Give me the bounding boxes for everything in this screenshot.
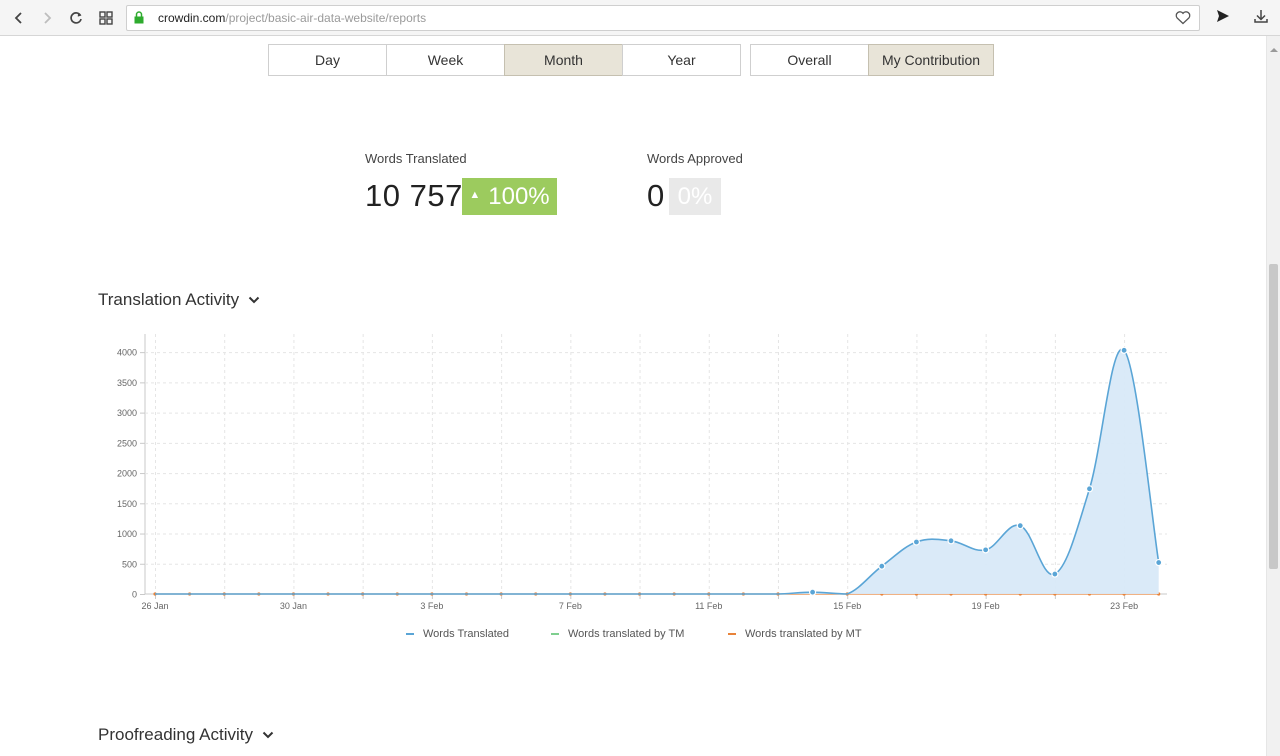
x-tick-label: 23 Feb	[1110, 601, 1138, 611]
legend-swatch-words-translated-by-tm	[551, 633, 559, 635]
tab-month[interactable]: Month	[504, 44, 623, 76]
y-tick-label: 0	[132, 590, 137, 600]
x-tick-label: 19 Feb	[972, 601, 1000, 611]
proofreading-activity-title: Proofreading Activity	[98, 725, 253, 744]
data-point-words-translated	[947, 537, 955, 545]
x-tick-label: 15 Feb	[833, 601, 861, 611]
triangle-up-icon: ▲	[469, 188, 481, 201]
page-scrollbar[interactable]	[1266, 36, 1280, 756]
legend-item-words-translated-by-mt[interactable]: Words translated by MT	[728, 628, 862, 640]
x-tick-label: 30 Jan	[280, 601, 307, 611]
words-translated-label: Words Translated	[365, 151, 467, 166]
reload-icon[interactable]	[64, 6, 88, 30]
y-tick-label: 1000	[117, 529, 137, 539]
period-tabs: Day Week Month Year	[268, 44, 741, 76]
translation-activity-title: Translation Activity	[98, 290, 240, 309]
tab-overall[interactable]: Overall	[750, 44, 869, 76]
back-icon[interactable]	[7, 6, 31, 30]
scrollbar-thumb[interactable]	[1269, 264, 1278, 569]
y-tick-label: 1500	[117, 499, 137, 509]
legend-swatch-words-translated	[406, 633, 414, 635]
lock-icon	[134, 11, 144, 29]
data-point-words-translated	[808, 588, 817, 596]
series-area-words-translated	[155, 349, 1159, 594]
translation-activity-chart: 0 500 1000 1500 2000 2500 3000 3500 4000 26 Jan 30…	[117, 334, 1167, 611]
x-tick-label: 7 Feb	[559, 601, 582, 611]
y-tick-label: 2000	[117, 469, 137, 479]
proofreading-activity-toggle[interactable]: Proofreading Activity	[98, 725, 274, 745]
translation-activity-toggle[interactable]: Translation Activity	[98, 290, 260, 310]
translated-change-value: 100%	[488, 182, 550, 210]
heart-icon[interactable]	[1175, 10, 1191, 30]
y-tick-label: 2500	[117, 438, 137, 448]
data-point-words-translated	[1155, 558, 1163, 567]
approved-change-badge: 0%	[669, 178, 721, 215]
tabs-grid-icon[interactable]	[94, 6, 118, 30]
y-tick-label: 3000	[117, 408, 137, 418]
words-approved-value: 0	[647, 178, 665, 213]
y-tick-label: 3500	[117, 378, 137, 388]
legend-item-words-translated[interactable]: Words Translated	[406, 628, 509, 640]
tab-week[interactable]: Week	[386, 44, 505, 76]
browser-toolbar: crowdin.com/project/basic-air-data-websi…	[0, 0, 1280, 36]
words-translated-value: 10 757	[365, 178, 463, 213]
url-text: crowdin.com/project/basic-air-data-websi…	[158, 11, 426, 25]
url-path: /project/basic-air-data-website/reports	[225, 11, 427, 25]
scope-tabs: Overall My Contribution	[750, 44, 994, 76]
data-point-words-translated	[982, 546, 990, 554]
chevron-down-icon	[262, 731, 274, 739]
scroll-up-icon[interactable]	[1270, 40, 1278, 58]
data-point-words-translated	[1120, 346, 1128, 354]
data-point-words-translated	[878, 562, 886, 570]
data-point-words-translated	[1016, 522, 1024, 530]
legend-label-words-translated-by-mt: Words translated by MT	[745, 628, 862, 640]
x-tick-label: 11 Feb	[695, 601, 722, 611]
legend-item-words-translated-by-tm[interactable]: Words translated by TM	[551, 628, 684, 640]
tab-day[interactable]: Day	[268, 44, 387, 76]
x-tick-label: 26 Jan	[141, 601, 168, 611]
download-icon[interactable]	[1253, 8, 1269, 29]
legend-label-words-translated-by-tm: Words translated by TM	[568, 628, 685, 640]
url-host: crowdin.com	[158, 11, 226, 25]
tab-my-contribution[interactable]: My Contribution	[868, 44, 994, 76]
address-bar[interactable]: crowdin.com/project/basic-air-data-websi…	[126, 5, 1200, 31]
legend-label-words-translated: Words Translated	[423, 628, 510, 640]
data-point-words-translated	[1085, 485, 1094, 493]
data-point-words-translated	[912, 538, 921, 546]
tab-year[interactable]: Year	[622, 44, 741, 76]
data-point-words-translated	[1051, 570, 1059, 578]
chevron-down-icon	[248, 296, 260, 304]
y-tick-label: 4000	[117, 348, 137, 358]
y-tick-label: 500	[122, 559, 137, 569]
words-approved-label: Words Approved	[647, 151, 743, 166]
x-tick-label: 3 Feb	[420, 601, 443, 611]
translated-change-badge: ▲ 100%	[462, 178, 557, 215]
legend-swatch-words-translated-by-mt	[728, 633, 736, 635]
send-icon[interactable]	[1215, 8, 1231, 29]
forward-icon[interactable]	[35, 6, 59, 30]
